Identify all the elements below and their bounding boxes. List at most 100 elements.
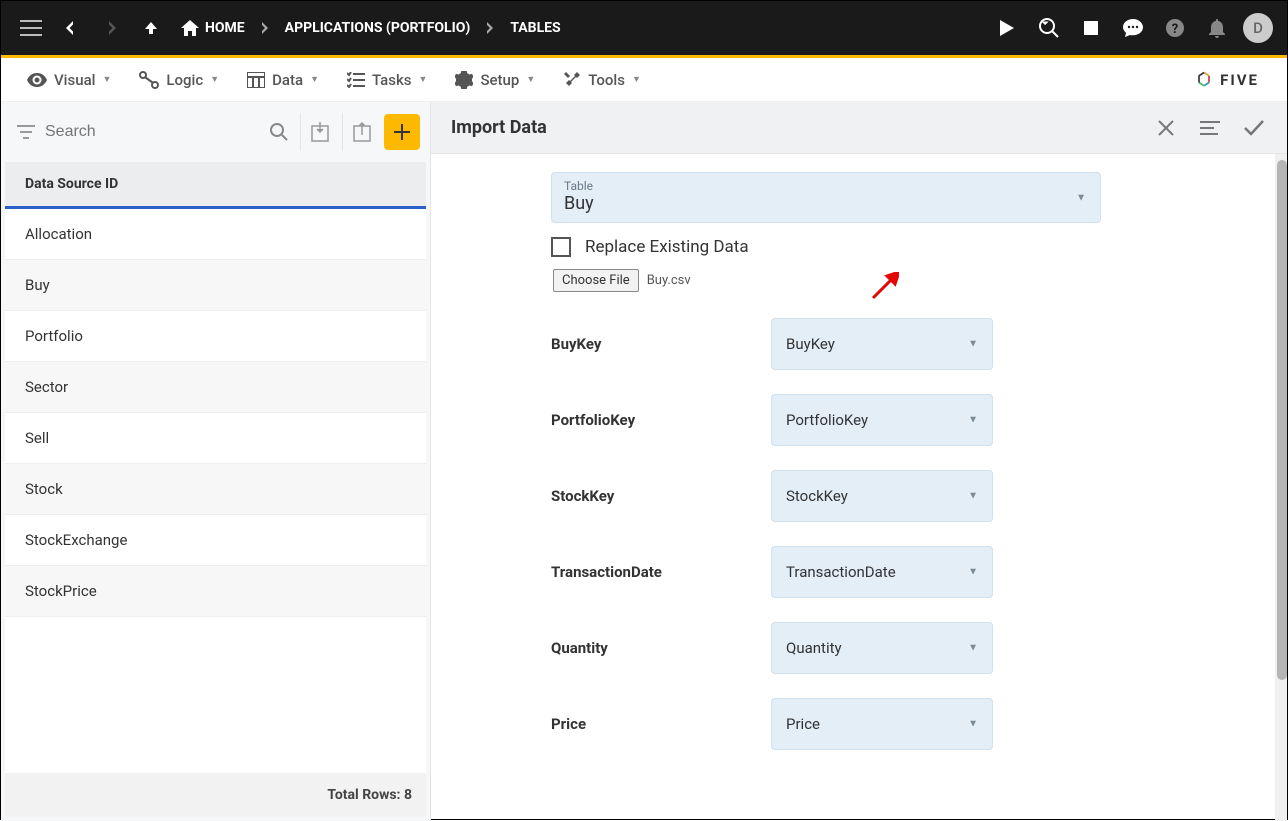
brand: FIVE xyxy=(1194,70,1275,90)
mapping-label: Price xyxy=(551,715,771,733)
mapping-value: Price xyxy=(786,715,820,733)
list-item[interactable]: StockExchange xyxy=(5,515,426,566)
chevron-down-icon: ▼ xyxy=(968,719,978,730)
list-item[interactable]: StockPrice xyxy=(5,566,426,617)
mapping-row: StockKey StockKey ▼ xyxy=(551,470,1247,522)
list-item[interactable]: Buy xyxy=(5,260,426,311)
menu-icon[interactable] xyxy=(15,12,47,44)
mapping-value: TransactionDate xyxy=(786,563,896,581)
tools-icon xyxy=(563,71,581,89)
file-name: Buy.csv xyxy=(647,273,691,288)
home-icon xyxy=(181,20,199,36)
mapping-value: PortfolioKey xyxy=(786,411,868,429)
help-icon[interactable]: ? xyxy=(1159,12,1191,44)
mapping-value: StockKey xyxy=(786,487,848,505)
logic-icon xyxy=(139,71,159,89)
search-zoom-icon[interactable] xyxy=(1033,12,1065,44)
mapping-select[interactable]: StockKey ▼ xyxy=(771,470,993,522)
chevron-down-icon: ▼ xyxy=(968,339,978,350)
scrollbar-thumb[interactable] xyxy=(1277,160,1287,680)
forward-icon xyxy=(95,12,127,44)
menu-data[interactable]: Data▼ xyxy=(233,71,333,89)
data-source-list: Allocation Buy Portfolio Sector Sell Sto… xyxy=(5,209,426,773)
mapping-select[interactable]: TransactionDate ▼ xyxy=(771,546,993,598)
main: Data Source ID Allocation Buy Portfolio … xyxy=(1,102,1287,821)
mapping-select[interactable]: Price ▼ xyxy=(771,698,993,750)
mapping-select[interactable]: BuyKey ▼ xyxy=(771,318,993,370)
mapping-value: BuyKey xyxy=(786,335,835,353)
play-icon[interactable] xyxy=(991,12,1023,44)
mapping-label: Quantity xyxy=(551,639,771,657)
choose-file-button[interactable]: Choose File xyxy=(553,269,639,292)
chevron-down-icon: ▼ xyxy=(1076,192,1086,203)
crumb-applications[interactable]: APPLICATIONS (PORTFOLIO) xyxy=(279,20,477,36)
mapping-row: PortfolioKey PortfolioKey ▼ xyxy=(551,394,1247,446)
mapping-row: TransactionDate TransactionDate ▼ xyxy=(551,546,1247,598)
list-footer: Total Rows: 8 xyxy=(5,773,426,817)
menu-tasks[interactable]: Tasks▼ xyxy=(333,71,441,89)
chevron-down-icon: ▼ xyxy=(968,643,978,654)
menu-setup-label: Setup xyxy=(480,71,519,89)
menu-tasks-label: Tasks xyxy=(372,71,412,89)
import-icon[interactable] xyxy=(300,113,338,151)
close-icon[interactable] xyxy=(1153,115,1179,141)
list-header: Data Source ID xyxy=(5,162,426,209)
scrollbar[interactable] xyxy=(1275,154,1287,821)
form-title: Import Data xyxy=(451,117,547,138)
chevron-right-icon xyxy=(259,22,271,34)
brand-text: FIVE xyxy=(1220,71,1259,89)
search-icon[interactable] xyxy=(262,122,296,142)
list-item[interactable]: Portfolio xyxy=(5,311,426,362)
menu-setup[interactable]: Setup▼ xyxy=(441,71,549,89)
form-body: Table Buy ▼ Replace Existing Data Choose… xyxy=(431,154,1287,821)
menu-visual[interactable]: Visual▼ xyxy=(13,71,125,89)
menu-logic[interactable]: Logic▼ xyxy=(125,71,233,89)
mapping-label: PortfolioKey xyxy=(551,411,771,429)
bell-icon[interactable] xyxy=(1201,12,1233,44)
up-icon[interactable] xyxy=(135,12,167,44)
gear-icon xyxy=(455,71,473,89)
table-select-label: Table xyxy=(564,179,1088,193)
mapping-value: Quantity xyxy=(786,639,842,657)
search-input[interactable] xyxy=(45,112,258,152)
crumb-home[interactable]: HOME xyxy=(175,20,251,36)
stop-icon[interactable] xyxy=(1075,12,1107,44)
menu-tools-label: Tools xyxy=(588,71,625,89)
avatar[interactable]: D xyxy=(1243,13,1273,43)
list-item[interactable]: Stock xyxy=(5,464,426,515)
add-button[interactable] xyxy=(384,114,420,150)
menu-visual-label: Visual xyxy=(54,71,95,89)
eye-icon xyxy=(27,73,47,87)
chat-icon[interactable] xyxy=(1117,12,1149,44)
topbar: HOME APPLICATIONS (PORTFOLIO) TABLES ? xyxy=(1,1,1287,55)
confirm-icon[interactable] xyxy=(1241,115,1267,141)
mapping-select[interactable]: Quantity ▼ xyxy=(771,622,993,674)
mapping-select[interactable]: PortfolioKey ▼ xyxy=(771,394,993,446)
menu-tools[interactable]: Tools▼ xyxy=(549,71,655,89)
export-icon[interactable] xyxy=(342,113,380,151)
chevron-down-icon: ▼ xyxy=(968,491,978,502)
mapping-row: BuyKey BuyKey ▼ xyxy=(551,318,1247,370)
mapping-row: Quantity Quantity ▼ xyxy=(551,622,1247,674)
filter-icon[interactable] xyxy=(11,125,41,139)
right-panel: Import Data Table Buy ▼ Re xyxy=(431,102,1287,821)
table-icon xyxy=(247,72,265,88)
table-select[interactable]: Table Buy ▼ xyxy=(551,172,1101,223)
tasks-icon xyxy=(347,72,365,88)
left-panel: Data Source ID Allocation Buy Portfolio … xyxy=(1,102,431,821)
svg-text:?: ? xyxy=(1172,22,1178,37)
menu-data-label: Data xyxy=(272,71,303,89)
crumb-tables[interactable]: TABLES xyxy=(504,20,566,36)
search-row xyxy=(5,106,426,158)
replace-checkbox[interactable] xyxy=(551,237,571,257)
list-toggle-icon[interactable] xyxy=(1197,115,1223,141)
crumb-applications-label: APPLICATIONS (PORTFOLIO) xyxy=(285,20,471,36)
menubar: Visual▼ Logic▼ Data▼ Tasks▼ Setup▼ Tools… xyxy=(1,58,1287,102)
list-item[interactable]: Sell xyxy=(5,413,426,464)
list-item[interactable]: Allocation xyxy=(5,209,426,260)
list-item[interactable]: Sector xyxy=(5,362,426,413)
chevron-down-icon: ▼ xyxy=(968,415,978,426)
replace-label: Replace Existing Data xyxy=(585,237,749,257)
mapping-label: BuyKey xyxy=(551,335,771,353)
back-icon[interactable] xyxy=(55,12,87,44)
